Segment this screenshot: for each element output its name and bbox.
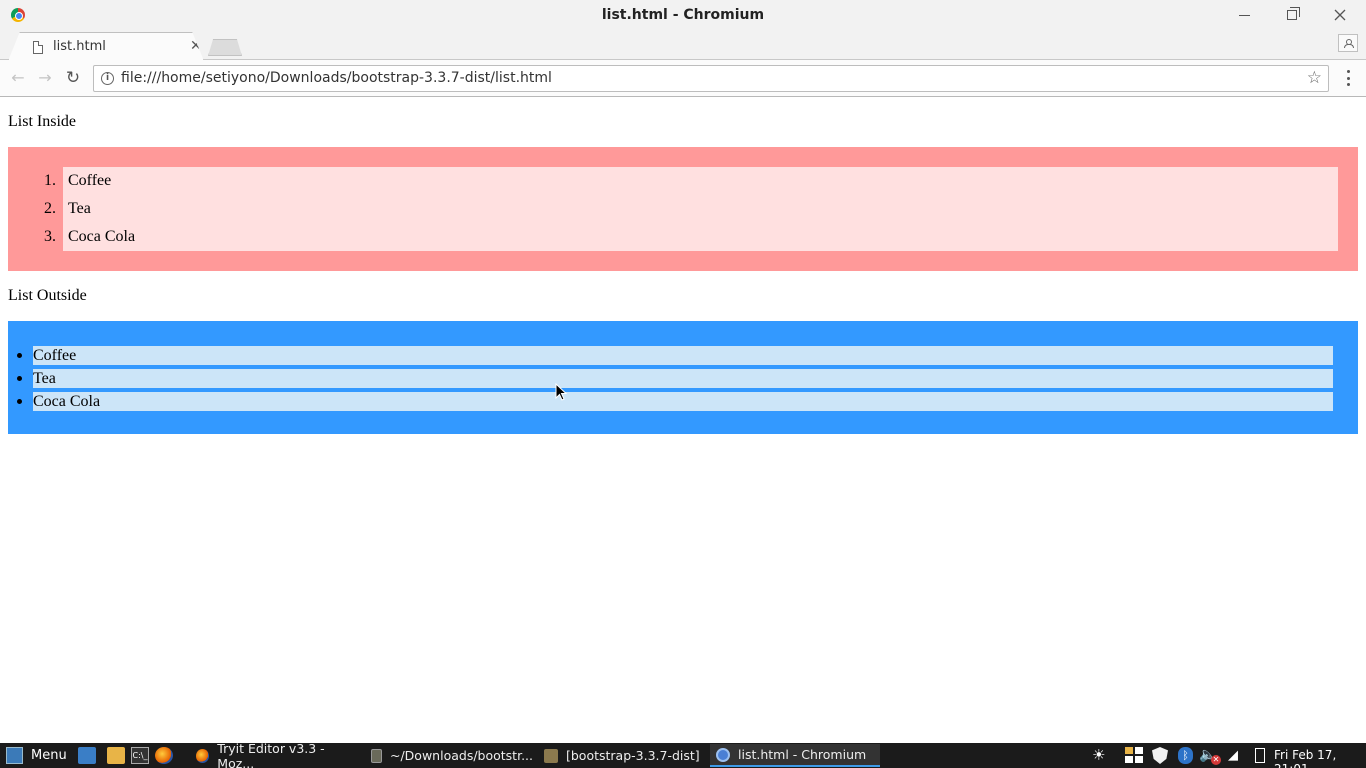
menu-icon — [6, 747, 23, 764]
clock[interactable]: Fri Feb 17, 21:01 — [1274, 748, 1366, 768]
terminal-launcher-icon[interactable]: C:\_ — [131, 747, 149, 764]
restore-icon — [1287, 7, 1300, 20]
window-titlebar: list.html - Chromium — [0, 0, 1366, 31]
browser-menu-button[interactable] — [1339, 69, 1357, 87]
bullet-icon — [17, 399, 22, 404]
close-window-button[interactable] — [1328, 4, 1352, 26]
list-number: 2. — [44, 200, 56, 217]
workspace-switcher-icon[interactable] — [1125, 747, 1145, 764]
kebab-dot — [1346, 70, 1350, 73]
list-item-text: Coffee — [33, 347, 77, 364]
reload-button[interactable]: ↻ — [63, 68, 83, 88]
list-item: 3. Coca Cola — [44, 223, 1338, 251]
list-item-text: Tea — [33, 370, 56, 387]
workspace-cell — [1135, 747, 1143, 754]
window-title: list.html - Chromium — [601, 7, 765, 23]
list-item: 1. Coffee — [44, 167, 1338, 195]
start-menu-button[interactable]: Menu — [6, 746, 67, 765]
person-icon — [1344, 39, 1354, 48]
page-content: List Inside 1. Coffee 2. Tea 3. Coca Cola L… — [0, 98, 1366, 743]
browser-toolbar: ← → ↻ i file:///home/setiyono/Downloads/… — [0, 60, 1366, 97]
heading-list-inside: List Inside — [8, 113, 76, 130]
list-item-text: Tea — [68, 200, 91, 217]
url-text[interactable]: file:///home/setiyono/Downloads/bootstra… — [121, 70, 552, 86]
mouse-cursor-icon — [555, 383, 567, 401]
tab-label: list.html — [53, 39, 106, 54]
taskbar-item-chromium[interactable]: list.html - Chromium — [710, 744, 880, 767]
mute-icon: ✕ — [1211, 755, 1221, 765]
archive-icon — [544, 748, 558, 763]
wifi-icon[interactable]: ◢ — [1228, 747, 1248, 764]
list-number: 3. — [44, 228, 56, 245]
firefox-icon — [196, 748, 210, 763]
list-item: Tea — [17, 369, 1333, 388]
file-manager-launcher-icon[interactable] — [78, 747, 96, 764]
minimize-icon — [1238, 14, 1250, 16]
restore-button[interactable] — [1280, 4, 1304, 26]
security-shield-icon[interactable] — [1152, 747, 1168, 764]
ordered-list: 1. Coffee 2. Tea 3. Coca Cola — [44, 167, 1338, 251]
bullet-icon — [17, 353, 22, 358]
workspace-cell — [1125, 756, 1133, 763]
task-label: Tryit Editor v3.3 - Moz... — [217, 740, 325, 768]
list-outside-container: Coffee Tea Coca Cola — [8, 321, 1358, 434]
firefox-launcher-icon[interactable] — [155, 747, 173, 764]
info-icon[interactable]: i — [101, 72, 114, 85]
bluetooth-icon[interactable]: ᛒ — [1178, 747, 1193, 764]
workspace-cell — [1135, 756, 1143, 763]
heading-list-outside: List Outside — [8, 287, 87, 304]
battery-icon[interactable] — [1255, 748, 1265, 763]
kebab-dot — [1346, 76, 1350, 80]
close-icon — [1334, 9, 1346, 21]
list-item: Coca Cola — [17, 392, 1333, 411]
profile-button[interactable] — [1338, 34, 1358, 52]
back-button[interactable]: ← — [8, 68, 28, 88]
task-label: list.html - Chromium — [738, 747, 867, 762]
list-item-text: Coffee — [68, 172, 112, 189]
folder-launcher-icon[interactable] — [107, 747, 125, 764]
workspace-cell — [1125, 747, 1133, 754]
kebab-dot — [1346, 83, 1350, 86]
new-tab-button[interactable] — [208, 39, 242, 56]
tab-close-icon[interactable]: ✕ — [190, 38, 202, 54]
document-icon — [33, 41, 43, 54]
taskbar-item-archive[interactable]: [bootstrap-3.3.7-dist] — [538, 744, 706, 767]
list-inside-container: 1. Coffee 2. Tea 3. Coca Cola — [8, 147, 1358, 271]
start-menu-label: Menu — [31, 748, 67, 763]
brightness-icon[interactable]: ☀ — [1092, 747, 1109, 764]
address-bar[interactable]: i file:///home/setiyono/Downloads/bootst… — [93, 65, 1329, 92]
list-item: 2. Tea — [44, 195, 1338, 223]
chromium-icon — [716, 747, 730, 762]
taskbar: Menu C:\_ Tryit Editor v3.3 - Moz... ~/D… — [0, 740, 1366, 768]
bookmark-star-icon[interactable]: ☆ — [1307, 68, 1322, 88]
list-item: Coffee — [17, 346, 1333, 365]
minimize-button[interactable] — [1232, 4, 1256, 26]
task-label: ~/Downloads/bootstr... — [390, 748, 533, 763]
forward-button[interactable]: → — [35, 68, 55, 88]
taskbar-item-tryit-editor[interactable]: Tryit Editor v3.3 - Moz... — [190, 740, 358, 768]
unordered-list: Coffee Tea Coca Cola — [17, 346, 1333, 415]
list-item-text: Coca Cola — [33, 393, 101, 410]
taskbar-item-file-manager[interactable]: ~/Downloads/bootstr... — [365, 744, 533, 767]
list-number: 1. — [44, 172, 56, 189]
list-item-text: Coca Cola — [68, 228, 136, 245]
tab-list-html[interactable]: list.html ✕ — [8, 32, 204, 61]
tab-strip: list.html ✕ — [0, 31, 1366, 61]
task-label: [bootstrap-3.3.7-dist] — [566, 748, 700, 763]
file-manager-icon — [371, 748, 382, 763]
bullet-icon — [17, 376, 22, 381]
